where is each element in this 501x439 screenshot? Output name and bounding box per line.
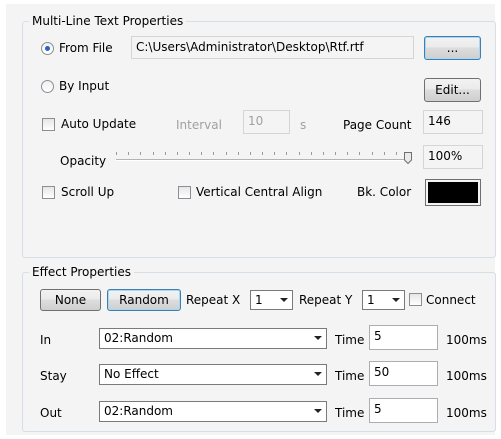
interval-label: Interval — [176, 118, 222, 132]
bk-color-label: Bk. Color — [357, 185, 412, 199]
opacity-value-field: 100% — [423, 145, 483, 169]
opacity-slider-tick — [153, 152, 154, 155]
out-effect-select[interactable]: 02:Random — [99, 401, 327, 422]
chevron-down-icon — [276, 291, 292, 309]
out-effect-value: 02:Random — [104, 404, 173, 418]
opacity-slider-tick — [177, 152, 178, 155]
opacity-slider-tick — [238, 152, 239, 155]
out-label: Out — [40, 406, 62, 420]
out-time-field[interactable]: 5 — [369, 398, 438, 423]
opacity-slider-tick — [274, 152, 275, 155]
repeat-x-label: Repeat X — [186, 293, 241, 307]
opacity-slider-tick — [372, 152, 373, 155]
by-input-label[interactable]: By Input — [59, 78, 109, 94]
chevron-down-icon — [388, 291, 404, 309]
opacity-slider-tick — [128, 152, 129, 155]
none-button[interactable]: None — [40, 289, 101, 311]
opacity-slider-tick — [140, 152, 141, 155]
opacity-slider-tick — [201, 152, 202, 155]
repeat-x-value: 1 — [255, 293, 263, 307]
opacity-label: Opacity — [60, 154, 107, 168]
stay-time-field[interactable]: 50 — [369, 361, 438, 386]
opacity-slider-tick — [323, 152, 324, 155]
from-file-radio[interactable] — [41, 42, 54, 55]
auto-update-label[interactable]: Auto Update — [61, 116, 136, 132]
browse-button[interactable]: ... — [424, 36, 481, 60]
stay-effect-select[interactable]: No Effect — [99, 364, 327, 385]
bk-color-fill — [428, 182, 478, 203]
stay-effect-value: No Effect — [104, 367, 159, 381]
interval-field[interactable]: 10 — [243, 110, 290, 134]
effect-group-title: Effect Properties — [32, 265, 131, 279]
scroll-up-checkbox[interactable] — [42, 186, 55, 199]
repeat-y-select[interactable]: 1 — [362, 290, 405, 310]
opacity-slider-tick — [299, 152, 300, 155]
opacity-slider-tick — [335, 152, 336, 155]
opacity-slider-tick — [165, 152, 166, 155]
vertical-central-align-checkbox[interactable] — [178, 186, 191, 199]
opacity-slider-tick — [311, 152, 312, 155]
edit-button[interactable]: Edit... — [424, 78, 481, 102]
stay-unit-label: 100ms — [446, 369, 487, 383]
out-time-label: Time — [335, 406, 365, 420]
multiline-group-title: Multi-Line Text Properties — [32, 14, 184, 28]
opacity-slider-tick — [213, 152, 214, 155]
bk-color-swatch[interactable] — [425, 179, 481, 206]
opacity-slider-tick — [262, 152, 263, 155]
opacity-slider-tick — [347, 152, 348, 155]
repeat-y-label: Repeat Y — [299, 293, 353, 307]
connect-checkbox[interactable] — [409, 293, 422, 306]
repeat-x-select[interactable]: 1 — [250, 290, 293, 310]
page-count-label: Page Count — [343, 118, 412, 132]
opacity-slider-track — [116, 159, 412, 161]
from-file-label[interactable]: From File — [59, 40, 113, 56]
in-label: In — [40, 333, 52, 347]
in-effect-select[interactable]: 02:Random — [99, 328, 327, 349]
random-button[interactable]: Random — [107, 289, 181, 311]
chevron-down-icon — [310, 365, 326, 384]
interval-unit-label: s — [300, 118, 307, 132]
opacity-slider-tick — [359, 152, 360, 155]
opacity-slider[interactable] — [116, 146, 414, 168]
in-unit-label: 100ms — [446, 333, 487, 347]
in-effect-value: 02:Random — [104, 331, 173, 345]
opacity-slider-thumb[interactable] — [404, 152, 412, 164]
out-unit-label: 100ms — [446, 406, 487, 420]
opacity-slider-tick — [116, 152, 117, 155]
in-time-label: Time — [335, 333, 365, 347]
stay-time-label: Time — [335, 369, 365, 383]
chevron-down-icon — [310, 402, 326, 421]
opacity-slider-tick — [384, 152, 385, 155]
opacity-slider-tick — [286, 152, 287, 155]
vertical-central-align-label[interactable]: Vertical Central Align — [196, 184, 322, 200]
stay-label: Stay — [40, 369, 67, 383]
opacity-slider-tick — [396, 152, 397, 155]
chevron-down-icon — [310, 329, 326, 348]
page-count-field: 146 — [423, 110, 483, 134]
by-input-radio[interactable] — [41, 80, 54, 93]
opacity-slider-tick — [189, 152, 190, 155]
file-path-field[interactable]: C:\Users\Administrator\Desktop\Rtf.rtf — [131, 36, 414, 59]
connect-label[interactable]: Connect — [426, 292, 476, 308]
scroll-up-label[interactable]: Scroll Up — [61, 184, 114, 200]
opacity-slider-tick — [250, 152, 251, 155]
in-time-field[interactable]: 5 — [369, 325, 438, 350]
repeat-y-value: 1 — [367, 293, 375, 307]
opacity-slider-tick — [226, 152, 227, 155]
auto-update-checkbox[interactable] — [42, 118, 55, 131]
